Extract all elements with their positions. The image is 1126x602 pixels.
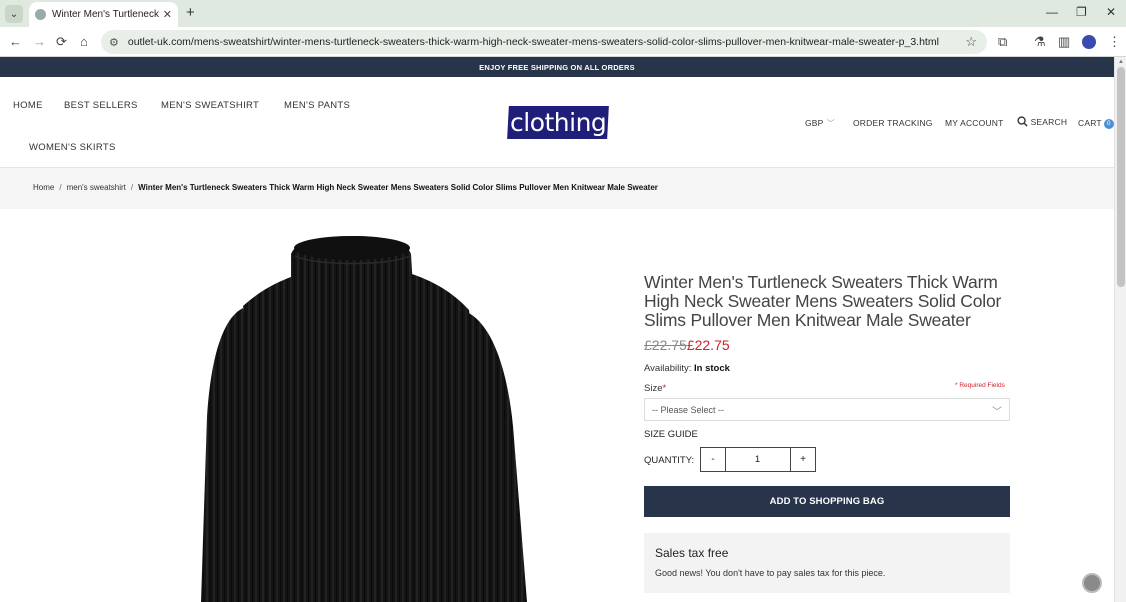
search-button[interactable]: SEARCH — [1017, 116, 1067, 127]
chevron-down-icon: ﹀ — [826, 119, 835, 128]
size-label: Size* — [644, 383, 666, 394]
size-select[interactable]: -- Please Select -- ﹀ — [644, 398, 1010, 421]
size-guide-link[interactable]: SIZE GUIDE — [644, 429, 698, 440]
breadcrumb-separator: / — [59, 183, 62, 192]
required-fields-note: * Required Fields — [955, 382, 1005, 389]
nav-mens-sweatshirt[interactable]: MEN'S SWEATSHIRT — [161, 100, 259, 111]
arrow-right-icon[interactable]: → — [33, 34, 46, 49]
home-icon[interactable]: ⌂ — [80, 34, 88, 49]
tax-title: Sales tax free — [655, 546, 729, 560]
chevron-down-icon: ﹀ — [992, 407, 1002, 418]
star-icon[interactable]: ☆ — [965, 34, 977, 50]
breadcrumb-home[interactable]: Home — [33, 183, 54, 192]
scrollbar-thumb[interactable] — [1117, 67, 1125, 287]
size-select-value: -- Please Select -- — [652, 404, 725, 415]
black-turtleneck-sweater-image — [201, 236, 527, 602]
search-label: SEARCH — [1030, 117, 1068, 127]
url-text: outlet-uk.com/mens-sweatshirt/winter-men… — [127, 36, 939, 48]
breadcrumb-separator: / — [130, 183, 134, 192]
my-account-link[interactable]: MY ACCOUNT — [945, 118, 1004, 128]
sales-tax-box: Sales tax free Good news! You don't have… — [644, 533, 1010, 593]
quantity-input[interactable]: 1 — [725, 447, 790, 472]
cart-label: CART — [1078, 118, 1102, 128]
new-tab-icon[interactable]: + — [186, 4, 195, 21]
current-price: £22.75 — [686, 337, 730, 353]
profile-avatar-icon[interactable] — [1082, 35, 1096, 49]
page-scrollbar[interactable]: ▲ — [1114, 57, 1126, 602]
product-image[interactable] — [115, 226, 610, 602]
tab-close-icon[interactable]: ✕ — [163, 8, 172, 21]
size-label-text: Size — [644, 383, 663, 394]
chat-icon[interactable] — [1082, 573, 1102, 593]
quantity-label: QUANTITY: — [644, 455, 695, 466]
browser-toolbar: ← → ⟳ ⌂ ⚙ outlet-uk.com/mens-sweatshirt/… — [0, 27, 1126, 57]
scroll-up-icon[interactable]: ▲ — [1118, 59, 1124, 65]
currency-label: GBP — [805, 118, 824, 128]
nav-mens-pants[interactable]: MEN'S PANTS — [284, 100, 350, 111]
tab-title: Winter Men's Turtleneck Sweaters — [52, 9, 159, 20]
currency-selector[interactable]: GBP ﹀ — [805, 118, 835, 129]
site-header: HOME BEST SELLERS MEN'S SWEATSHIRT MEN'S… — [0, 77, 1114, 168]
quantity-increase-button[interactable]: + — [790, 447, 816, 472]
order-tracking-link[interactable]: ORDER TRACKING — [853, 118, 933, 128]
availability: Availability: In stock — [644, 363, 730, 374]
old-price: £22.75 — [644, 337, 687, 353]
reload-icon[interactable]: ⟳ — [56, 34, 67, 50]
nav-home[interactable]: HOME — [13, 100, 43, 111]
puzzle-icon[interactable]: ⧉ — [998, 34, 1007, 50]
add-to-bag-button[interactable]: ADD TO SHOPPING BAG — [644, 486, 1010, 517]
restore-icon[interactable]: ❐ — [1076, 5, 1087, 19]
required-asterisk: * — [662, 383, 667, 394]
availability-value: In stock — [694, 363, 730, 374]
minimize-icon[interactable]: — — [1046, 5, 1058, 19]
cart-count-badge: 0 — [1103, 119, 1114, 129]
labs-icon[interactable]: ⚗ — [1034, 34, 1046, 50]
breadcrumb-current: Winter Men's Turtleneck Sweaters Thick W… — [138, 183, 658, 192]
cart-link[interactable]: CART 0 — [1078, 118, 1114, 129]
favicon-icon — [35, 9, 46, 20]
availability-label: Availability: — [644, 363, 692, 374]
breadcrumb-bar: Home / men's sweatshirt / Winter Men's Turtl… — [0, 168, 1114, 209]
promo-banner: ENJOY FREE SHIPPING ON ALL ORDERS — [0, 57, 1114, 77]
site-info-icon[interactable]: ⚙ — [109, 36, 119, 49]
product-title: Winter Men's Turtleneck Sweaters Thick W… — [644, 272, 1002, 330]
browser-tab-bar: ⌄ Winter Men's Turtleneck Sweaters ✕ + —… — [0, 0, 1126, 27]
arrow-left-icon[interactable]: ← — [9, 34, 22, 49]
logo-text: clothing — [509, 108, 607, 137]
tab-search-icon[interactable]: ⌄ — [5, 5, 23, 23]
browser-tab[interactable]: Winter Men's Turtleneck Sweaters ✕ — [29, 2, 178, 27]
tax-text: Good news! You don't have to pay sales t… — [655, 568, 886, 578]
kebab-menu-icon[interactable]: ⋮ — [1108, 34, 1121, 50]
quantity-decrease-button[interactable]: - — [700, 447, 726, 472]
search-icon — [1017, 116, 1028, 127]
nav-best-sellers[interactable]: BEST SELLERS — [64, 100, 138, 111]
address-bar[interactable]: ⚙ outlet-uk.com/mens-sweatshirt/winter-m… — [101, 30, 987, 54]
nav-womens-skirts[interactable]: WOMEN'S SKIRTS — [29, 142, 116, 153]
window-close-icon[interactable]: ✕ — [1106, 5, 1116, 19]
price-block: £22.75£22.75 — [644, 337, 730, 353]
breadcrumb-category[interactable]: men's sweatshirt — [67, 183, 126, 192]
side-panel-icon[interactable]: ▥ — [1058, 34, 1070, 50]
breadcrumb: Home / men's sweatshirt / Winter Men's Turtl… — [33, 183, 658, 192]
site-logo[interactable]: clothing — [507, 106, 609, 139]
